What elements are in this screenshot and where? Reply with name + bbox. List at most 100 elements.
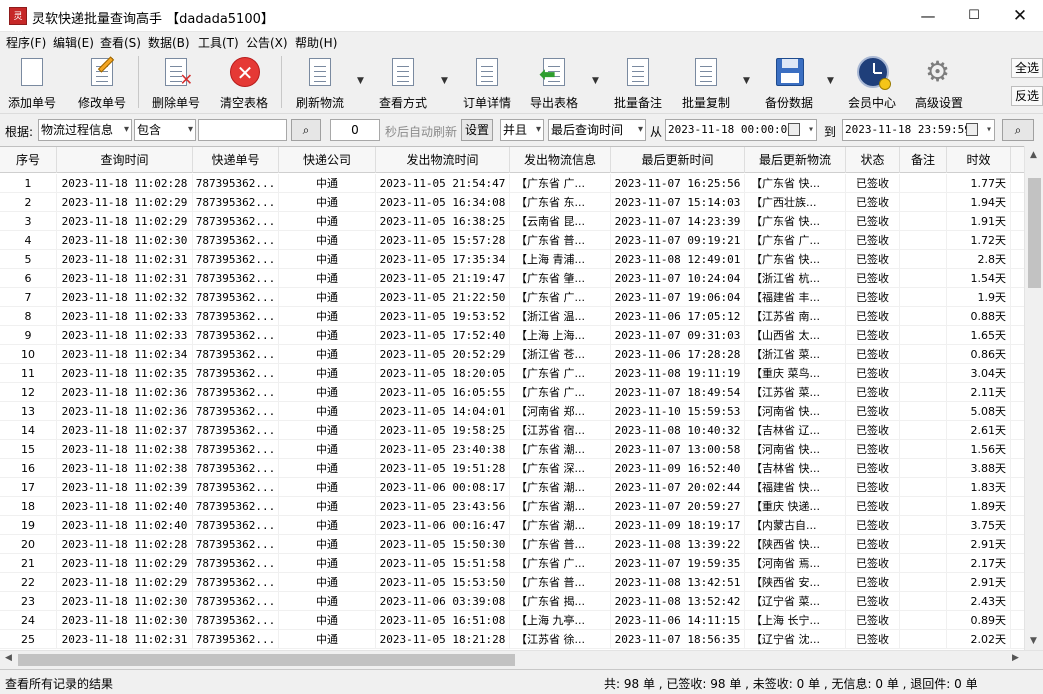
refresh-seconds-input[interactable] [330,119,380,141]
header-col-sent-info[interactable]: 发出物流信息 [510,147,611,173]
settings-button[interactable]: 设置 [461,119,493,141]
advanced-settings-button[interactable]: ⚙ 高级设置 [915,56,963,112]
header-col-duration[interactable]: 时效 [947,147,1011,173]
table-row[interactable]: 11 2023-11-18 11:02:35 787395362... 中通 2023-… [0,364,1024,383]
menu-view[interactable]: 查看(S) [100,34,141,51]
horizontal-scroll-thumb[interactable] [18,654,515,666]
table-row[interactable]: 1 2023-11-18 11:02:28 787395362... 中通 2023-1… [0,174,1024,193]
maximize-button[interactable]: ☐ [951,0,997,32]
table-row[interactable]: 2 2023-11-18 11:02:29 787395362... 中通 2023-1… [0,193,1024,212]
table-row[interactable]: 14 2023-11-18 11:02:37 787395362... 中通 2023-… [0,421,1024,440]
vertical-scrollbar[interactable]: ▲ ▼ [1024,146,1043,650]
filter-field-select[interactable]: 物流过程信息 ▾ [38,119,132,141]
table-row[interactable]: 22 2023-11-18 11:02:29 787395362... 中通 2023-… [0,573,1024,592]
cell-sent-info: 【河南省 郑... [510,402,611,421]
from-date-picker[interactable]: 2023-11-18 00:00:00 ▾ [665,119,817,141]
header-col-tracking-number[interactable]: 快递单号 [193,147,279,173]
edit-order-button[interactable]: 修改单号 [78,56,126,112]
cell-sent-info: 【云南省 昆... [510,212,611,231]
table-row[interactable]: 23 2023-11-18 11:02:30 787395362... 中通 2023-… [0,592,1024,611]
table-row[interactable]: 6 2023-11-18 11:02:31 787395362... 中通 2023-1… [0,269,1024,288]
search-icon: ⌕ [302,123,310,137]
select-all-button[interactable]: 全选 [1011,58,1043,78]
add-order-button[interactable]: 添加单号 [8,56,56,112]
cell-duration: 2.8天 [947,250,1011,269]
batch-note-button[interactable]: 批量备注 [614,56,662,112]
close-button[interactable]: ✕ [997,0,1043,32]
cell-courier: 中通 [279,516,376,535]
menu-data[interactable]: 数据(B) [148,34,190,51]
table-row[interactable]: 7 2023-11-18 11:02:32 787395362... 中通 2023-1… [0,288,1024,307]
table-row[interactable]: 12 2023-11-18 11:02:36 787395362... 中通 2023-… [0,383,1024,402]
table-row[interactable]: 20 2023-11-18 11:02:28 787395362... 中通 2023-… [0,535,1024,554]
header-col-courier[interactable]: 快递公司 [279,147,376,173]
view-mode-button[interactable]: 查看方式 [379,56,427,112]
vertical-scroll-thumb[interactable] [1028,178,1041,288]
export-dropdown-arrow[interactable]: ▼ [592,76,599,86]
clear-table-button[interactable]: ✕ 清空表格 [220,56,268,112]
header-col-last-update-info[interactable]: 最后更新物流 [745,147,846,173]
table-row[interactable]: 18 2023-11-18 11:02:40 787395362... 中通 2023-… [0,497,1024,516]
header-col-last-update-time[interactable]: 最后更新时间 [611,147,745,173]
table-row[interactable]: 8 2023-11-18 11:02:33 787395362... 中通 2023-1… [0,307,1024,326]
cell-status: 已签收 [846,288,900,307]
header-col-sent-time[interactable]: 发出物流时间 [376,147,510,173]
table-row[interactable]: 13 2023-11-18 11:02:36 787395362... 中通 2023-… [0,402,1024,421]
delete-document-icon: ✕ [161,56,193,88]
header-col-status[interactable]: 状态 [846,147,900,173]
table-row[interactable]: 4 2023-11-18 11:02:30 787395362... 中通 2023-1… [0,231,1024,250]
backup-data-button[interactable]: 备份数据 [765,56,813,112]
cell-last-update-time: 2023-11-07 20:59:27 [611,497,745,516]
to-date-picker[interactable]: 2023-11-18 23:59:59 ▾ [842,119,995,141]
table-row[interactable]: 16 2023-11-18 11:02:38 787395362... 中通 2023-… [0,459,1024,478]
keyword-search-button[interactable]: ⌕ [291,119,321,141]
minimize-button[interactable]: — [905,0,951,32]
horizontal-scrollbar[interactable]: ◀ ▶ [0,650,1043,668]
menu-tools[interactable]: 工具(T) [198,34,239,51]
order-detail-button[interactable]: 订单详情 [463,56,511,112]
cell-tracking-number: 787395362... [193,345,279,364]
scroll-right-icon[interactable]: ▶ [1012,653,1019,663]
copy-dropdown-arrow[interactable]: ▼ [743,76,750,86]
invert-selection-button[interactable]: 反选 [1011,86,1043,106]
cell-note [900,174,947,193]
backup-dropdown-arrow[interactable]: ▼ [827,76,834,86]
logic-select[interactable]: 并且 ▾ [500,119,544,141]
cell-duration: 1.72天 [947,231,1011,250]
table-row[interactable]: 3 2023-11-18 11:02:29 787395362... 中通 2023-1… [0,212,1024,231]
delete-order-button[interactable]: ✕ 删除单号 [152,56,200,112]
view-mode-dropdown-arrow[interactable]: ▼ [441,76,448,86]
scroll-left-icon[interactable]: ◀ [5,653,12,663]
menu-program[interactable]: 程序(F) [6,34,46,51]
filter-by-label: 根据: [5,125,34,139]
date-search-button[interactable]: ⌕ [1002,119,1034,141]
cell-last-update-info: 【山西省 太... [745,326,846,345]
menu-notice[interactable]: 公告(X) [246,34,288,51]
cell-last-update-info: 【江苏省 南... [745,307,846,326]
keyword-input[interactable] [198,119,287,141]
export-table-button[interactable]: ⬅ 导出表格 [530,56,578,112]
table-row[interactable]: 5 2023-11-18 11:02:31 787395362... 中通 2023-1… [0,250,1024,269]
scroll-up-icon[interactable]: ▲ [1030,150,1037,160]
menu-edit[interactable]: 编辑(E) [53,34,94,51]
menu-help[interactable]: 帮助(H) [295,34,337,51]
detail-list-icon [472,56,502,88]
table-row[interactable]: 19 2023-11-18 11:02:40 787395362... 中通 2023-… [0,516,1024,535]
header-col-index[interactable]: 序号 [0,147,57,173]
scroll-down-icon[interactable]: ▼ [1030,636,1037,646]
header-col-note[interactable]: 备注 [900,147,947,173]
time-field-select[interactable]: 最后查询时间 ▾ [548,119,646,141]
table-row[interactable]: 9 2023-11-18 11:02:33 787395362... 中通 2023-1… [0,326,1024,345]
batch-copy-button[interactable]: 批量复制 [682,56,730,112]
member-center-button[interactable]: 会员中心 [848,56,896,112]
table-row[interactable]: 10 2023-11-18 11:02:34 787395362... 中通 2023-… [0,345,1024,364]
table-row[interactable]: 21 2023-11-18 11:02:29 787395362... 中通 2023-… [0,554,1024,573]
filter-match-select[interactable]: 包含 ▾ [134,119,196,141]
table-row[interactable]: 24 2023-11-18 11:02:30 787395362... 中通 2023-… [0,611,1024,630]
table-row[interactable]: 17 2023-11-18 11:02:39 787395362... 中通 2023-… [0,478,1024,497]
refresh-dropdown-arrow[interactable]: ▼ [357,76,364,86]
table-row[interactable]: 25 2023-11-18 11:02:31 787395362... 中通 2023-… [0,630,1024,649]
refresh-logistics-button[interactable]: 刷新物流 [296,56,344,112]
header-col-query-time[interactable]: 查询时间 [57,147,193,173]
table-row[interactable]: 15 2023-11-18 11:02:38 787395362... 中通 2023-… [0,440,1024,459]
